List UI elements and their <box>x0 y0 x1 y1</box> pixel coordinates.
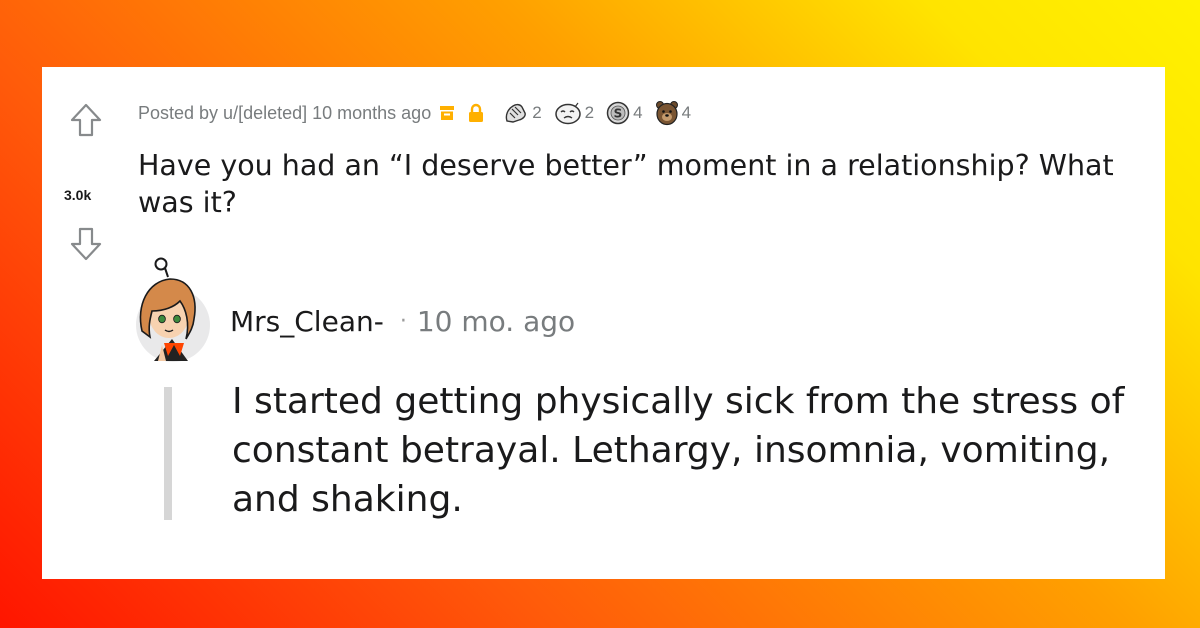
post-card: 3.0k Posted by u/[deleted] 10 months ago… <box>42 67 1165 579</box>
svg-text:S: S <box>614 107 623 121</box>
award-count: 2 <box>532 103 542 122</box>
downvote-arrow-icon[interactable] <box>70 227 102 261</box>
separator-dot: · <box>399 309 407 334</box>
face-award-icon <box>554 102 581 125</box>
comment-author[interactable]: Mrs_Clean- <box>230 305 384 338</box>
award-silver[interactable]: S 4 <box>606 101 643 125</box>
post-meta: Posted by u/[deleted] 10 months ago 2 2 … <box>138 100 691 126</box>
post-title[interactable]: Have you had an “I deserve better” momen… <box>138 147 1148 221</box>
comment-body: I started getting physically sick from t… <box>232 381 1125 520</box>
upvote-arrow-icon[interactable] <box>70 103 102 137</box>
award-bear[interactable]: 4 <box>655 100 691 126</box>
comment-header: Mrs_Clean- · 10 mo. ago <box>230 305 575 338</box>
bear-award-icon <box>655 101 678 126</box>
vote-score: 3.0k <box>64 187 92 203</box>
silver-award-icon: S <box>606 101 630 125</box>
award-count: 2 <box>584 103 595 122</box>
archive-icon <box>440 106 455 120</box>
user-avatar[interactable] <box>124 257 212 363</box>
comment-thread-line[interactable] <box>164 387 172 520</box>
posted-by-text: Posted by u/[deleted] 10 months ago <box>138 102 432 123</box>
award-count: 4 <box>633 103 643 122</box>
lock-icon <box>469 103 484 122</box>
award-hands[interactable]: 2 <box>503 101 542 125</box>
award-count: 4 <box>681 103 692 122</box>
comment-time[interactable]: 10 mo. ago <box>417 305 575 338</box>
hands-award-icon <box>505 103 527 123</box>
award-face[interactable]: 2 <box>554 101 594 125</box>
